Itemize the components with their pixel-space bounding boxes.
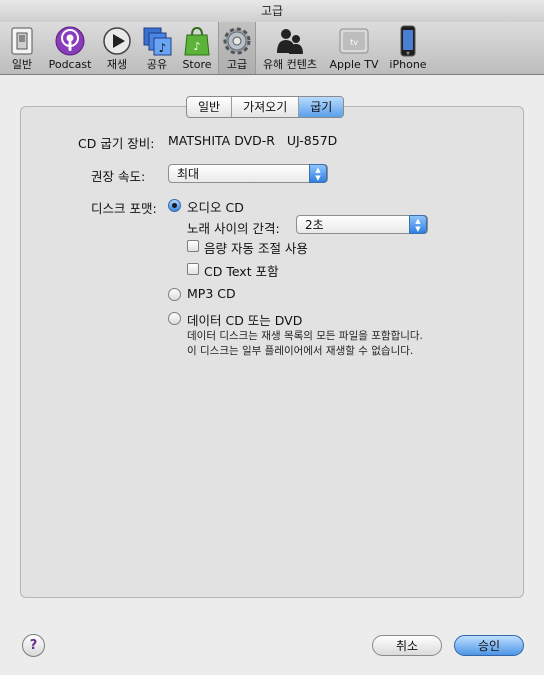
mp3-cd-radio[interactable] (168, 288, 181, 301)
toolbar-label: Apple TV (329, 58, 379, 71)
toolbar-item-podcast[interactable]: Podcast (44, 22, 96, 74)
general-switch-icon (11, 27, 33, 55)
cancel-button[interactable]: 취소 (372, 635, 442, 656)
tab-general[interactable]: 일반 (187, 97, 233, 117)
cd-burner-label: CD 굽기 장비: (78, 136, 155, 151)
toolbar-item-apple-tv[interactable]: tv Apple TV (324, 22, 384, 74)
podcast-icon (55, 26, 85, 56)
preferred-speed-popup[interactable]: 최대 ▲ ▼ (168, 164, 328, 183)
gap-between-songs-popup[interactable]: 2초 ▲ ▼ (296, 215, 428, 234)
preferred-speed-value: 최대 (177, 167, 200, 181)
cd-text-checkbox[interactable] (187, 263, 199, 275)
toolbar-label: 공유 (146, 58, 168, 71)
toolbar-label: 재생 (106, 58, 128, 71)
apple-tv-icon: tv (339, 28, 369, 54)
audio-cd-label: 오디오 CD (187, 200, 244, 215)
toolbar-item-general[interactable]: 일반 (2, 22, 42, 74)
toolbar-label: 고급 (226, 58, 248, 71)
disc-format-label: 디스크 포맷: (91, 201, 157, 216)
data-cd-dvd-label: 데이터 CD 또는 DVD (187, 313, 303, 328)
toolbar-item-parental[interactable]: 유해 컨텐츠 (258, 22, 322, 74)
toolbar-item-sharing[interactable]: ♪ 공유 (138, 22, 176, 74)
sound-check-label: 음량 자동 조절 사용 (204, 241, 308, 256)
preferences-toolbar: 일반 Podcast 재생 ♪ 공유 ♪ Store 고급 유해 컨텐츠 tv … (0, 22, 544, 75)
popup-arrows-icon: ▲ ▼ (409, 215, 427, 234)
toolbar-item-playback[interactable]: 재생 (98, 22, 136, 74)
toolbar-item-store[interactable]: ♪ Store (178, 22, 216, 74)
audio-cd-radio[interactable] (168, 199, 181, 212)
toolbar-item-iphone[interactable]: iPhone (386, 22, 430, 74)
data-disc-description-line2: 이 디스크는 일부 플레이어에서 재생할 수 없습니다. (187, 345, 414, 357)
sharing-music-icon: ♪ (143, 27, 172, 56)
data-disc-description-line1: 데이터 디스크는 재생 목록의 모든 파일을 포함합니다. (187, 330, 423, 342)
sound-check-checkbox[interactable] (187, 240, 199, 252)
iphone-icon (400, 25, 416, 57)
toolbar-label: Store (182, 58, 212, 71)
popup-arrows-icon: ▲ ▼ (309, 164, 327, 183)
gap-between-songs-label: 노래 사이의 간격: (187, 221, 280, 236)
cd-burner-value: MATSHITA DVD-R UJ-857D (168, 133, 338, 148)
store-bag-icon: ♪ (184, 26, 210, 56)
toolbar-label: iPhone (389, 58, 427, 71)
svg-text:♪: ♪ (159, 41, 167, 55)
toolbar-item-advanced[interactable]: 고급 (218, 22, 256, 74)
mp3-cd-label: MP3 CD (187, 286, 236, 301)
help-button[interactable]: ? (22, 634, 45, 657)
tab-importing[interactable]: 가져오기 (232, 97, 300, 117)
tab-burning[interactable]: 굽기 (299, 97, 344, 117)
window-titlebar: 고급 (0, 0, 544, 23)
cd-text-label: CD Text 포함 (204, 264, 279, 279)
ok-button[interactable]: 승인 (454, 635, 524, 656)
svg-text:♪: ♪ (193, 40, 200, 53)
tab-bar: 일반 가져오기 굽기 (186, 96, 345, 118)
window-title: 고급 (260, 4, 284, 18)
parental-icon (277, 29, 303, 54)
gap-between-songs-value: 2초 (305, 218, 324, 232)
gear-icon (223, 27, 251, 55)
toolbar-label: 일반 (11, 58, 33, 71)
play-icon (103, 27, 131, 55)
toolbar-label: 유해 컨텐츠 (262, 58, 318, 71)
svg-text:tv: tv (350, 38, 358, 47)
toolbar-label: Podcast (48, 58, 92, 71)
data-cd-dvd-radio[interactable] (168, 312, 181, 325)
preferred-speed-label: 권장 속도: (91, 169, 146, 184)
